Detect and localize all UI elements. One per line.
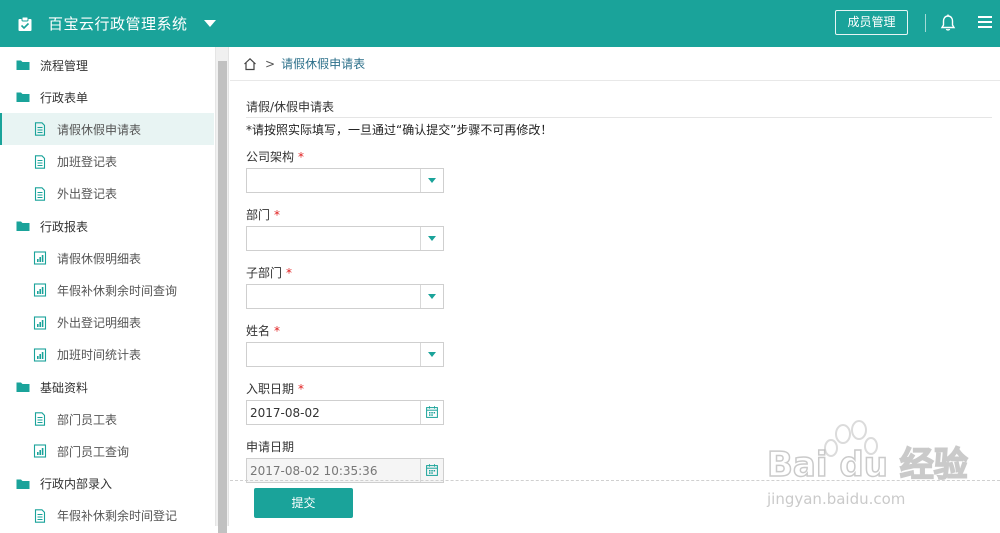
- required-mark: *: [298, 382, 305, 396]
- required-mark: *: [274, 324, 281, 338]
- sidebar-item[interactable]: 部门员工查询: [0, 435, 214, 467]
- document-icon: [33, 187, 47, 201]
- header-divider: [925, 14, 926, 32]
- field-label-text: 入职日期: [246, 382, 295, 396]
- submit-button[interactable]: 提交: [254, 488, 353, 518]
- sidebar-item[interactable]: 年假补休剩余时间登记: [0, 500, 214, 526]
- home-icon[interactable]: [243, 57, 257, 71]
- notification-bell-icon[interactable]: [940, 14, 956, 32]
- sidebar-item[interactable]: 请假休假明细表: [0, 242, 214, 274]
- sidebar-item-label: 行政报表: [40, 219, 89, 234]
- document-icon: [33, 509, 47, 523]
- folder-icon: [16, 477, 30, 491]
- sidebar-scrollbar[interactable]: [216, 47, 229, 533]
- sidebar-item-label: 流程管理: [40, 58, 89, 73]
- sidebar-item[interactable]: 行政表单: [0, 81, 214, 113]
- folder-icon: [16, 380, 30, 394]
- select-field[interactable]: [246, 284, 444, 309]
- field-label-text: 姓名: [246, 324, 271, 338]
- clipboard-check-icon: [18, 16, 32, 31]
- breadcrumb: > 请假休假申请表: [230, 47, 1000, 81]
- sidebar-item-label: 加班时间统计表: [57, 348, 142, 363]
- required-mark: *: [286, 266, 293, 280]
- document-icon: [33, 122, 47, 137]
- field-label: 部门 *: [246, 206, 280, 223]
- breadcrumb-separator: >: [265, 56, 276, 71]
- select-field[interactable]: [246, 342, 444, 367]
- report-icon: [33, 316, 47, 330]
- sidebar-item[interactable]: 加班时间统计表: [0, 339, 214, 371]
- sidebar-item-label: 请假休假申请表: [57, 122, 142, 137]
- sidebar-item-label: 请假休假明细表: [57, 251, 142, 266]
- sidebar-item[interactable]: 外出登记表: [0, 178, 214, 210]
- folder-icon: [16, 219, 30, 233]
- sidebar-item-label: 年假补休剩余时间登记: [57, 509, 178, 524]
- field-label-text: 部门: [246, 208, 271, 222]
- field-label: 申请日期: [246, 438, 294, 455]
- report-icon: [33, 348, 47, 362]
- date-field[interactable]: [246, 400, 444, 425]
- field-label-text: 子部门: [246, 266, 283, 280]
- field-label-text: 公司架构: [246, 150, 295, 164]
- sidebar-scrollbar-thumb[interactable]: [218, 61, 227, 533]
- main-content: > 请假休假申请表 请假/休假申请表 *请按照实际填写，一旦通过“确认提交”步骤…: [230, 47, 1000, 526]
- field-label: 入职日期 *: [246, 380, 304, 397]
- breadcrumb-current[interactable]: 请假休假申请表: [281, 55, 365, 72]
- sidebar-item-label: 外出登记表: [57, 187, 118, 202]
- form-notice: *请按照实际填写，一旦通过“确认提交”步骤不可再修改！: [246, 123, 553, 137]
- top-bar: 百宝云行政管理系统 成员管理: [0, 0, 1000, 47]
- field-label: 公司架构 *: [246, 148, 304, 165]
- folder-icon: [16, 90, 30, 104]
- sidebar-item-label: 行政表单: [40, 90, 89, 105]
- sidebar-item[interactable]: 行政内部录入: [0, 468, 214, 500]
- footer-divider: [230, 480, 1000, 481]
- field-label-text: 申请日期: [246, 440, 295, 454]
- field-label: 姓名 *: [246, 322, 280, 339]
- member-management-button[interactable]: 成员管理: [835, 10, 908, 35]
- hamburger-menu-icon[interactable]: [978, 16, 992, 28]
- app-title: 百宝云行政管理系统: [48, 15, 188, 33]
- document-icon: [33, 412, 47, 426]
- form-title: 请假/休假申请表: [246, 100, 335, 114]
- dropdown-arrow-icon[interactable]: [420, 285, 443, 308]
- form-title-divider: [246, 117, 992, 118]
- sidebar-item-label: 外出登记明细表: [57, 316, 142, 331]
- sidebar-item-label: 部门员工查询: [57, 444, 130, 459]
- sidebar: 流程管理行政表单请假休假申请表 加班登记表外出登记表行政报表请假休假明细表年假补休…: [0, 47, 216, 526]
- sidebar-item[interactable]: 部门员工表: [0, 403, 214, 435]
- folder-icon: [16, 58, 30, 72]
- dropdown-arrow-icon[interactable]: [420, 169, 443, 192]
- date-input[interactable]: [247, 459, 417, 482]
- sidebar-item-label: 加班登记表: [57, 155, 118, 170]
- sidebar-item-label: 基础资料: [40, 380, 89, 395]
- sidebar-item[interactable]: 外出登记明细表: [0, 307, 214, 339]
- sidebar-item[interactable]: 请假休假申请表: [0, 113, 214, 146]
- sidebar-item[interactable]: 年假补休剩余时间查询: [0, 274, 214, 306]
- report-icon: [33, 251, 47, 265]
- sidebar-item-label: 部门员工表: [57, 412, 118, 427]
- report-icon: [33, 444, 47, 458]
- required-mark: *: [298, 150, 305, 164]
- sidebar-item[interactable]: 行政报表: [0, 210, 214, 242]
- report-icon: [33, 283, 47, 297]
- required-mark: *: [274, 208, 281, 222]
- field-label: 子部门 *: [246, 264, 292, 281]
- sidebar-item[interactable]: 基础资料: [0, 371, 214, 403]
- sidebar-item-label: 行政内部录入: [40, 477, 113, 492]
- dropdown-arrow-icon[interactable]: [420, 343, 443, 366]
- app-switcher-caret-icon[interactable]: [203, 20, 216, 27]
- calendar-icon[interactable]: [420, 459, 443, 482]
- date-input[interactable]: [247, 401, 417, 424]
- sidebar-item[interactable]: 加班登记表: [0, 146, 214, 178]
- sidebar-item[interactable]: 流程管理: [0, 49, 214, 81]
- document-icon: [33, 154, 47, 169]
- sidebar-item-label: 年假补休剩余时间查询: [57, 283, 178, 298]
- calendar-icon[interactable]: [420, 401, 443, 424]
- select-field[interactable]: [246, 168, 444, 193]
- select-field[interactable]: [246, 226, 444, 251]
- dropdown-arrow-icon[interactable]: [420, 227, 443, 250]
